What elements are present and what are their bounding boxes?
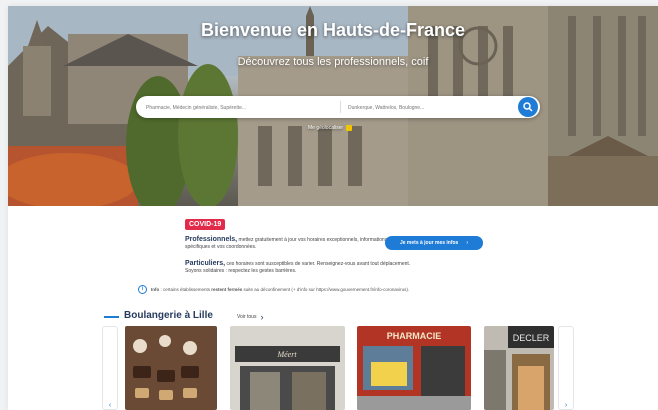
location-input[interactable] (346, 100, 520, 116)
decler-sign: DECLER (513, 333, 550, 343)
meert-sign: Méert (276, 350, 297, 359)
chevron-right-icon: › (260, 312, 264, 322)
see-all-label: Voir tous (237, 314, 257, 320)
info-suffix: suite au déconfinement (+ d'info sur htt… (242, 287, 410, 292)
update-info-button[interactable]: Je mets à jour mes infos › (385, 236, 483, 250)
hero-subtitle: Découvrez tous les professionnels, coif (237, 56, 429, 68)
search-bar (136, 96, 540, 118)
search-input[interactable] (144, 100, 338, 116)
update-info-label: Je mets à jour mes infos (399, 240, 459, 246)
info-bold: restent fermés (211, 287, 243, 292)
chevron-right-icon: › (466, 240, 469, 246)
search-button[interactable] (518, 97, 538, 117)
pharmacy-sign: PHARMACIE (387, 331, 442, 341)
individuals-title: Particuliers, (185, 260, 226, 267)
chevron-left-icon: ‹ (108, 402, 112, 409)
search-icon (523, 102, 533, 112)
hero-title: Bienvenue en Hauts-de-France (200, 20, 466, 40)
chevron-right-icon: › (564, 402, 568, 409)
bakery-storefront-photo[interactable]: Méert (230, 326, 345, 410)
section-accent-bar (104, 316, 119, 318)
search-divider (340, 101, 341, 113)
info-prefix: Info (151, 287, 160, 292)
location-pin-icon (346, 125, 353, 131)
professionals-notice: Professionnels, mettez gratuitement à jo… (185, 236, 390, 251)
page: Bienvenue en Hauts-de-France Découvrez t… (8, 6, 658, 410)
info-icon: i (138, 285, 147, 294)
carousel-next-button[interactable]: › (558, 326, 574, 410)
geolocate-label: Me géolocaliser (308, 125, 344, 131)
pharmacy-storefront-photo[interactable]: PHARMACIE (357, 326, 471, 410)
carousel-prev-button[interactable]: ‹ (102, 326, 118, 410)
info-mid: : certains établissements (159, 287, 212, 292)
section-title: Boulangerie à Lille (124, 310, 213, 321)
covid-badge: COVID-19 (185, 219, 226, 230)
hero-banner: Bienvenue en Hauts-de-France Découvrez t… (8, 6, 658, 206)
decler-storefront-photo[interactable]: DECLER (484, 326, 554, 410)
see-all-link[interactable]: Voir tous › (237, 312, 263, 322)
info-notice: i Info : certains établissements restent… (138, 285, 558, 294)
bakery-pastries-photo[interactable] (125, 326, 217, 410)
individuals-notice: Particuliers, ces horaires sont suscepti… (185, 260, 425, 275)
info-text: Info : certains établissements restent f… (151, 287, 409, 292)
professionals-title: Professionnels, (185, 236, 238, 243)
geolocate-link[interactable]: Me géolocaliser (308, 125, 353, 131)
